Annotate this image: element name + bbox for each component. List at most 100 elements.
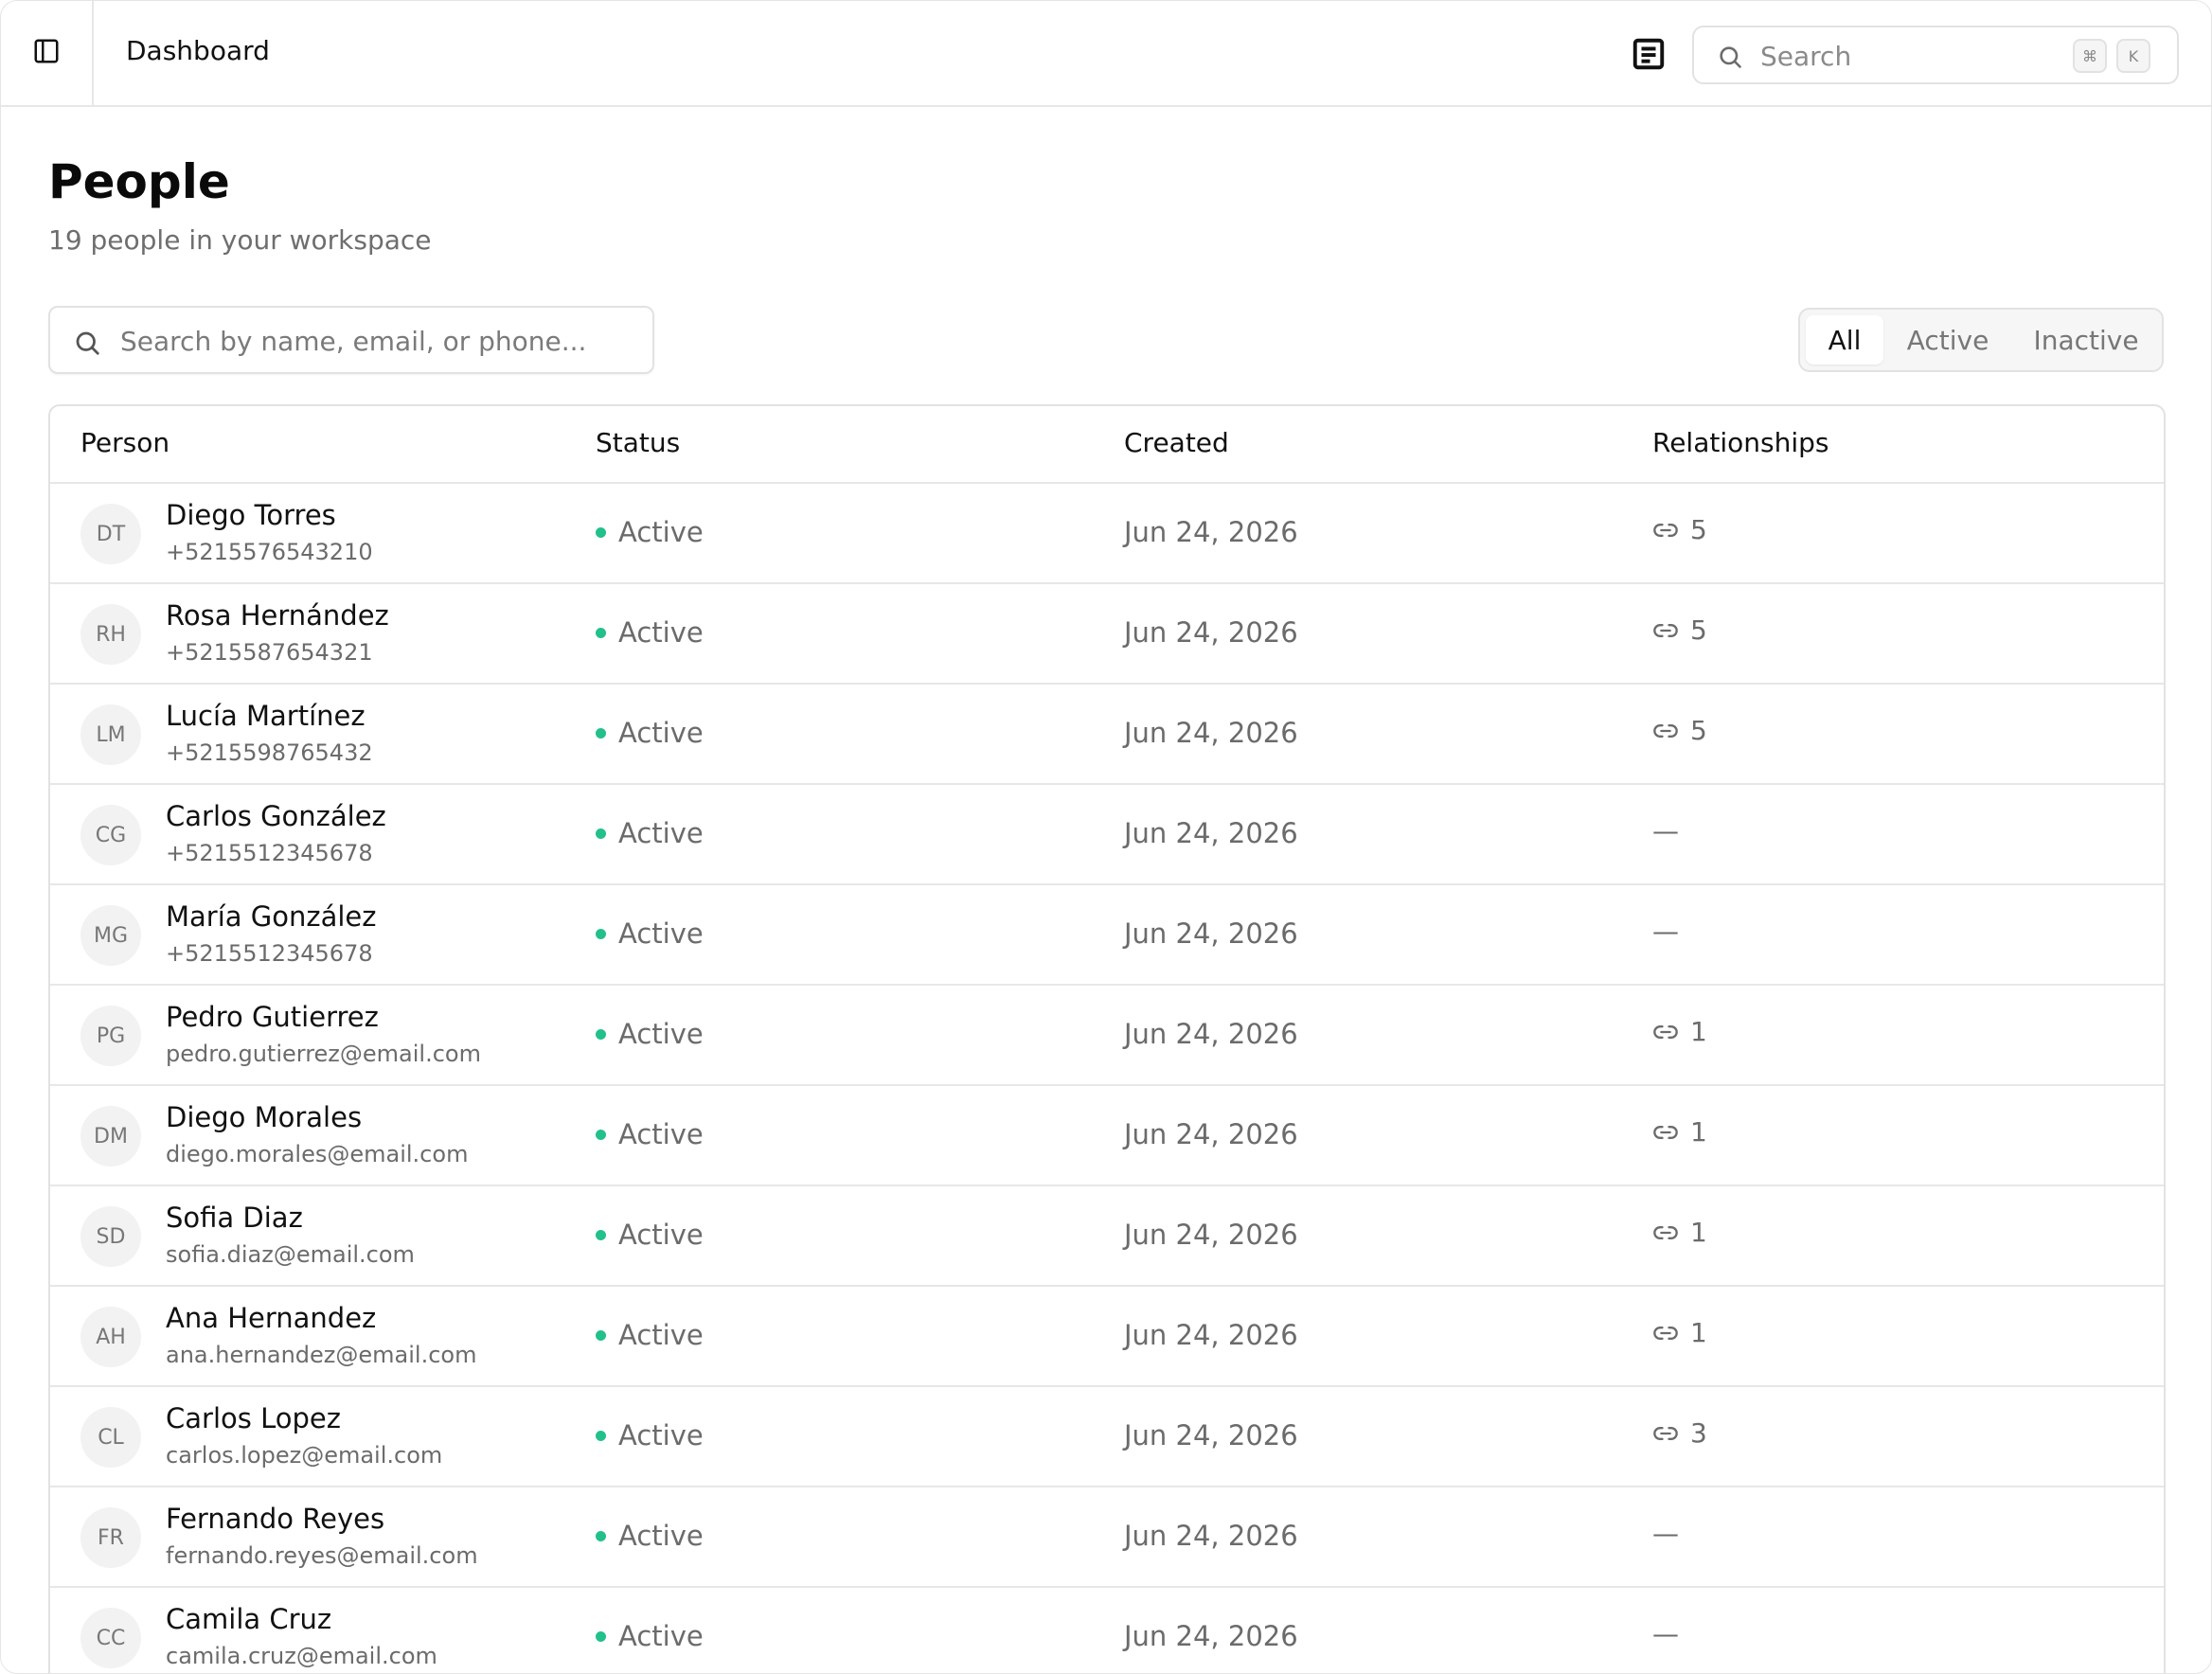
person-name[interactable]: Rosa Hernández <box>166 599 389 632</box>
status-label: Active <box>618 1319 704 1351</box>
created-date: Jun 24, 2026 <box>1124 1319 1298 1351</box>
table-row[interactable]: CL Carlos Lopez carlos.lopez@email.com Acti… <box>50 1387 2164 1487</box>
relationships-cell[interactable]: 1 <box>1652 1116 1707 1148</box>
page-subtitle: 19 people in your workspace <box>48 224 432 256</box>
status-cell: Active <box>596 917 704 950</box>
column-status[interactable]: Status <box>596 427 680 458</box>
sidebar-toggle-button[interactable] <box>1 1 94 105</box>
status-filter: All Active Inactive <box>1798 308 2164 372</box>
created-date: Jun 24, 2026 <box>1124 917 1298 950</box>
app-window: Dashboard Search ⌘ K People 19 people in… <box>0 0 2212 1674</box>
column-created[interactable]: Created <box>1124 427 1229 458</box>
avatar: LM <box>80 704 141 765</box>
table-row[interactable]: PG Pedro Gutierrez pedro.gutierrez@email.c… <box>50 986 2164 1086</box>
breadcrumb-dashboard[interactable]: Dashboard <box>126 35 270 66</box>
person-name[interactable]: María González <box>166 900 376 933</box>
status-dot <box>596 828 606 839</box>
person-name[interactable]: Sofia Diaz <box>166 1202 303 1234</box>
relationships-cell[interactable]: 5 <box>1652 715 1707 746</box>
people-search-field[interactable] <box>48 306 654 374</box>
status-cell: Active <box>596 1219 704 1251</box>
avatar: SD <box>80 1206 141 1267</box>
status-cell: Active <box>596 1520 704 1552</box>
relationships-cell[interactable]: 1 <box>1652 1217 1707 1248</box>
table-row[interactable]: DM Diego Morales diego.morales@email.com Ac… <box>50 1086 2164 1186</box>
status-dot <box>596 1229 606 1240</box>
avatar: FR <box>80 1507 141 1568</box>
created-date: Jun 24, 2026 <box>1124 516 1298 548</box>
person-contact: +5215587654321 <box>166 639 373 666</box>
created-date: Jun 24, 2026 <box>1124 717 1298 749</box>
relationships-cell: — <box>1652 916 1679 947</box>
status-dot <box>596 526 606 538</box>
relationships-cell[interactable]: 1 <box>1652 1016 1707 1047</box>
avatar: MG <box>80 905 141 966</box>
filter-inactive[interactable]: Inactive <box>2014 315 2158 365</box>
global-search-placeholder: Search <box>1760 41 1852 72</box>
relationships-count: — <box>1652 815 1679 846</box>
person-name[interactable]: Pedro Gutierrez <box>166 1001 379 1033</box>
table-row[interactable]: AH Ana Hernandez ana.hernandez@email.com Ac… <box>50 1287 2164 1387</box>
sidebar-toggle-icon <box>32 37 61 69</box>
global-search-input[interactable]: Search ⌘ K <box>1692 26 2179 84</box>
person-contact: carlos.lopez@email.com <box>166 1442 443 1469</box>
relationships-count: — <box>1652 916 1679 947</box>
filter-all[interactable]: All <box>1806 315 1883 365</box>
avatar: AH <box>80 1307 141 1367</box>
status-cell: Active <box>596 516 704 548</box>
table-row[interactable]: MG María González +5215512345678 Active Jun … <box>50 885 2164 986</box>
table-row[interactable]: SD Sofia Diaz sofia.diaz@email.com Active Ju… <box>50 1186 2164 1287</box>
status-cell: Active <box>596 817 704 849</box>
filter-active[interactable]: Active <box>1889 315 2007 365</box>
relationships-cell[interactable]: 1 <box>1652 1317 1707 1348</box>
status-label: Active <box>618 1419 704 1451</box>
relationships-cell[interactable]: 5 <box>1652 514 1707 545</box>
link-icon <box>1652 1019 1690 1045</box>
docs-icon[interactable] <box>1632 37 1666 71</box>
people-search-input[interactable] <box>118 317 633 365</box>
person-name[interactable]: Carlos González <box>166 800 386 832</box>
table-row[interactable]: CC Camila Cruz camila.cruz@email.com Active… <box>50 1588 2164 1673</box>
created-date: Jun 24, 2026 <box>1124 1620 1298 1652</box>
relationships-cell[interactable]: 5 <box>1652 614 1707 646</box>
status-label: Active <box>618 516 704 548</box>
relationships-count: 5 <box>1690 614 1707 646</box>
people-table: Person Status Created Relationships DT Di… <box>48 404 2166 1673</box>
status-label: Active <box>618 817 704 849</box>
relationships-cell: — <box>1652 1618 1679 1649</box>
column-relationships[interactable]: Relationships <box>1652 427 1828 458</box>
table-row[interactable]: RH Rosa Hernández +5215587654321 Active Jun … <box>50 584 2164 685</box>
status-dot <box>596 1430 606 1441</box>
table-row[interactable]: LM Lucía Martínez +5215598765432 Active Jun … <box>50 685 2164 785</box>
person-name[interactable]: Lucía Martínez <box>166 700 366 732</box>
relationships-cell[interactable]: 3 <box>1652 1417 1707 1449</box>
person-contact: +5215598765432 <box>166 739 373 766</box>
relationships-cell: — <box>1652 1518 1679 1549</box>
avatar: DM <box>80 1106 141 1166</box>
status-cell: Active <box>596 1018 704 1050</box>
avatar: CG <box>80 805 141 865</box>
column-person[interactable]: Person <box>80 427 169 458</box>
table-row[interactable]: DT Diego Torres +5215576543210 Active Jun 24… <box>50 484 2164 584</box>
link-icon <box>1652 1119 1690 1146</box>
page-title: People <box>48 154 230 209</box>
table-body: DT Diego Torres +5215576543210 Active Jun 24… <box>50 484 2164 1673</box>
relationships-count: 1 <box>1690 1116 1707 1148</box>
status-label: Active <box>618 1620 704 1652</box>
person-name[interactable]: Fernando Reyes <box>166 1503 384 1535</box>
table-row[interactable]: CG Carlos González +5215512345678 Active Jun… <box>50 785 2164 885</box>
avatar: CL <box>80 1407 141 1468</box>
relationships-count: 3 <box>1690 1417 1707 1449</box>
avatar: DT <box>80 504 141 564</box>
person-name[interactable]: Ana Hernandez <box>166 1302 376 1334</box>
person-name[interactable]: Carlos Lopez <box>166 1402 341 1434</box>
person-name[interactable]: Diego Morales <box>166 1101 362 1133</box>
person-name[interactable]: Diego Torres <box>166 499 336 531</box>
table-row[interactable]: FR Fernando Reyes fernando.reyes@email.com… <box>50 1487 2164 1588</box>
status-label: Active <box>618 1520 704 1552</box>
status-dot <box>596 1129 606 1140</box>
status-cell: Active <box>596 717 704 749</box>
person-name[interactable]: Camila Cruz <box>166 1603 331 1635</box>
relationships-count: 5 <box>1690 514 1707 545</box>
person-contact: diego.morales@email.com <box>166 1141 469 1167</box>
